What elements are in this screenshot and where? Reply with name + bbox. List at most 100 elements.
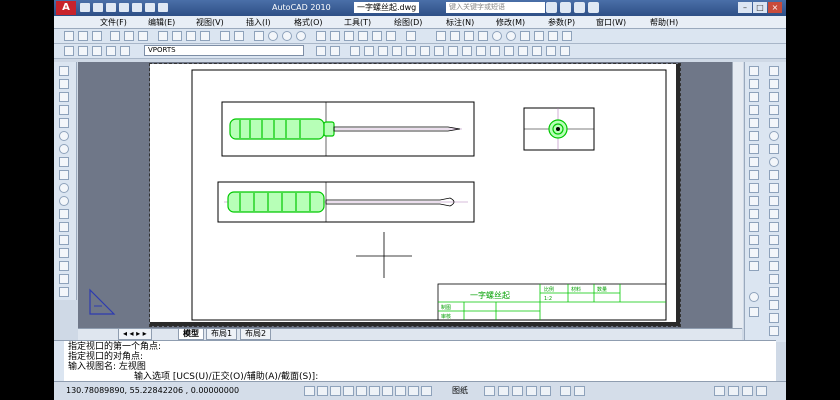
construction-line-icon[interactable]: [59, 79, 69, 89]
isolate-objects-icon[interactable]: [742, 386, 753, 396]
workspace-icon[interactable]: [158, 3, 168, 12]
bulb-icon[interactable]: [78, 46, 88, 56]
steering-wheel-icon[interactable]: [526, 386, 537, 396]
zoom-realtime-icon[interactable]: [268, 31, 278, 41]
open-icon[interactable]: [78, 31, 88, 41]
snap-center-icon[interactable]: [769, 131, 779, 141]
menu-modify[interactable]: 修改(M): [496, 17, 525, 28]
lineweight-icon[interactable]: [408, 386, 419, 396]
rectangle-icon[interactable]: [59, 118, 69, 128]
plot-icon[interactable]: [110, 31, 120, 41]
star-icon[interactable]: [574, 2, 585, 13]
linear-dimension-icon[interactable]: [436, 31, 446, 41]
trim-icon[interactable]: [476, 46, 486, 56]
menu-edit[interactable]: 编辑(E): [148, 17, 175, 28]
modify-move-icon[interactable]: [749, 131, 759, 141]
diameter-icon[interactable]: [506, 31, 516, 41]
modify-rotate-icon[interactable]: [749, 144, 759, 154]
modify-join-icon[interactable]: [749, 222, 759, 232]
lock-ui-icon[interactable]: [728, 386, 739, 396]
mirror-icon[interactable]: [378, 46, 388, 56]
ducs-icon[interactable]: [382, 386, 393, 396]
help-icon[interactable]: [588, 2, 599, 13]
join-icon[interactable]: [518, 46, 528, 56]
new-icon[interactable]: [64, 31, 74, 41]
menu-draw[interactable]: 绘图(D): [394, 17, 422, 28]
snap-perpendicular-icon[interactable]: [769, 170, 779, 180]
subscription-icon[interactable]: [560, 2, 571, 13]
workspace-switch-icon[interactable]: [714, 386, 725, 396]
design-center-icon[interactable]: [330, 31, 340, 41]
extend-icon[interactable]: [490, 46, 500, 56]
arc-icon[interactable]: [59, 131, 69, 141]
modify-erase-icon[interactable]: [749, 66, 759, 76]
save-icon[interactable]: [92, 31, 102, 41]
clean-screen-icon[interactable]: [756, 386, 767, 396]
dim-aligned-icon[interactable]: [769, 274, 779, 284]
modify-chamfer-icon[interactable]: [749, 235, 759, 245]
snap-mode-icon[interactable]: [304, 386, 315, 396]
markup-icon[interactable]: [372, 31, 382, 41]
snap-settings-icon[interactable]: [769, 248, 779, 258]
chamfer-icon[interactable]: [532, 46, 542, 56]
help-icon[interactable]: [406, 31, 416, 41]
modify-offset-icon[interactable]: [749, 105, 759, 115]
snap-none-icon[interactable]: [769, 235, 779, 245]
insert-block-icon[interactable]: [59, 209, 69, 219]
snap-nearest-icon[interactable]: [769, 222, 779, 232]
fillet-icon[interactable]: [546, 46, 556, 56]
aligned-dimension-icon[interactable]: [450, 31, 460, 41]
tool-palettes-icon[interactable]: [344, 31, 354, 41]
dim-diameter-icon[interactable]: [769, 300, 779, 310]
offset-icon[interactable]: [392, 46, 402, 56]
publish-icon[interactable]: [138, 31, 148, 41]
layer-dropdown[interactable]: VPORTS: [144, 45, 304, 56]
modify-break-icon[interactable]: [749, 209, 759, 219]
ordinate-icon[interactable]: [478, 31, 488, 41]
menu-insert[interactable]: 插入(I): [246, 17, 271, 28]
lock-icon[interactable]: [106, 46, 116, 56]
modify-explode-icon[interactable]: [749, 261, 759, 271]
dynamic-input-icon[interactable]: [395, 386, 406, 396]
arc-length-icon[interactable]: [464, 31, 474, 41]
rotate-icon[interactable]: [434, 46, 444, 56]
redo-icon[interactable]: [132, 3, 142, 12]
multiline-text-icon[interactable]: [59, 287, 69, 297]
snap-midpoint-icon[interactable]: [769, 79, 779, 89]
angular-icon[interactable]: [520, 31, 530, 41]
zoom-status-icon[interactable]: [512, 386, 523, 396]
modify-array-icon[interactable]: [749, 118, 759, 128]
undo-icon[interactable]: [220, 31, 230, 41]
tab-model[interactable]: 模型: [178, 329, 204, 340]
save-icon[interactable]: [106, 3, 116, 12]
annotation-visibility-icon[interactable]: [574, 386, 585, 396]
quick-dimension-icon[interactable]: [534, 31, 544, 41]
erase-icon[interactable]: [350, 46, 360, 56]
calculator-icon[interactable]: [386, 31, 396, 41]
scale-icon[interactable]: [448, 46, 458, 56]
paste-icon[interactable]: [186, 31, 196, 41]
layout-icon[interactable]: [484, 386, 495, 396]
modify-mirror-icon[interactable]: [749, 92, 759, 102]
maximize-button[interactable]: □: [753, 2, 767, 13]
open-file-icon[interactable]: [93, 3, 103, 12]
revision-cloud-icon[interactable]: [59, 157, 69, 167]
snap-insert-icon[interactable]: [769, 196, 779, 206]
stretch-icon[interactable]: [462, 46, 472, 56]
preview-icon[interactable]: [124, 31, 134, 41]
menu-window[interactable]: 窗口(W): [596, 17, 626, 28]
dim-quick-icon[interactable]: [769, 326, 779, 336]
ellipse-arc-icon[interactable]: [59, 196, 69, 206]
block-editor-icon[interactable]: [749, 307, 759, 317]
tab-layout2[interactable]: 布局2: [240, 329, 272, 340]
new-file-icon[interactable]: [80, 3, 90, 12]
array-icon[interactable]: [406, 46, 416, 56]
snap-apparent-icon[interactable]: [769, 105, 779, 115]
snap-quadrant-icon[interactable]: [769, 144, 779, 154]
menu-view[interactable]: 视图(V): [196, 17, 224, 28]
hatch-icon[interactable]: [59, 248, 69, 258]
explode-icon[interactable]: [560, 46, 570, 56]
modify-copy-icon[interactable]: [749, 79, 759, 89]
annotation-scale-icon[interactable]: [560, 386, 571, 396]
sheet-set-icon[interactable]: [358, 31, 368, 41]
